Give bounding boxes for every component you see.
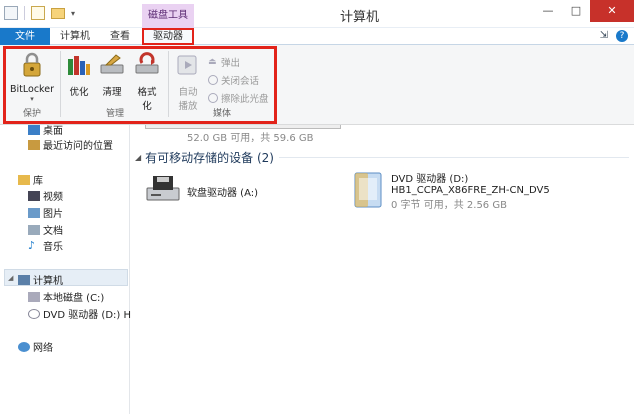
- nav-item-dvd-drive-d[interactable]: DVD 驱动器 (D:) HB: [28, 306, 138, 321]
- pictures-icon: [28, 207, 40, 218]
- music-icon: ♪: [28, 238, 36, 252]
- pin-ribbon-icon[interactable]: ⇲: [600, 30, 608, 42]
- desktop-icon: [28, 124, 40, 135]
- nav-item-local-disk-c[interactable]: 本地磁盘 (C:): [28, 289, 104, 304]
- computer-icon[interactable]: [4, 6, 18, 20]
- nav-item-desktop[interactable]: 桌面: [28, 122, 63, 137]
- new-folder-icon[interactable]: [51, 7, 65, 19]
- computer-icon: [18, 274, 30, 285]
- nav-item-label: 计算机: [33, 276, 63, 287]
- nav-item-label: 图片: [43, 209, 63, 220]
- divider: [279, 157, 629, 158]
- nav-item-label: 最近访问的位置: [43, 141, 113, 152]
- nav-item-videos[interactable]: 视频: [28, 188, 63, 203]
- nav-item-label: 网络: [33, 343, 53, 354]
- divider: [24, 6, 25, 20]
- customize-qat-icon[interactable]: ▾: [71, 9, 75, 18]
- window-controls: — □ ✕: [534, 0, 634, 22]
- nav-item-label: 库: [33, 176, 43, 187]
- device-name: 软盘驱动器 (A:): [187, 188, 259, 199]
- nav-item-pictures[interactable]: 图片: [28, 205, 63, 220]
- hard-disk-icon: [28, 291, 40, 302]
- nav-item-computer[interactable]: 计算机: [18, 272, 63, 287]
- properties-icon[interactable]: [31, 6, 45, 20]
- content-pane: 52.0 GB 可用，共 59.6 GB ◢ 有可移动存储的设备 (2) 软盘驱…: [131, 125, 634, 414]
- nav-item-label: DVD 驱动器 (D:) HB: [43, 310, 138, 321]
- tab-view[interactable]: 查看: [100, 28, 140, 45]
- floppy-drive-icon: [146, 176, 180, 201]
- nav-item-network[interactable]: 网络: [18, 339, 53, 354]
- library-icon: [18, 174, 30, 185]
- chevron-down-icon[interactable]: ◢: [8, 274, 13, 282]
- quick-access-toolbar: ▾: [4, 6, 75, 20]
- navigation-pane: 桌面 最近访问的位置 库 视频 图片 文档 ♪ 音乐 ◢ 计算机 本地磁盘 (C…: [0, 122, 138, 414]
- ribbon-tabs: 文件 计算机 查看 驱动器 ⇲ ?: [0, 28, 634, 45]
- window-title: 计算机: [340, 10, 380, 25]
- minimize-button[interactable]: —: [534, 0, 562, 22]
- nav-item-label: 本地磁盘 (C:): [43, 293, 105, 304]
- device-floppy-a[interactable]: 软盘驱动器 (A:): [145, 174, 258, 204]
- device-dvd-d[interactable]: DVD 驱动器 (D:) HB1_CCPA_X86FRE_ZH-CN_DV5 0…: [351, 170, 550, 211]
- chevron-down-icon: ◢: [135, 153, 142, 162]
- group-title: 有可移动存储的设备 (2): [145, 151, 274, 165]
- help-icon[interactable]: ?: [616, 30, 628, 42]
- nav-item-label: 音乐: [43, 242, 63, 253]
- nav-item-label: 视频: [43, 192, 63, 203]
- nav-item-documents[interactable]: 文档: [28, 222, 63, 237]
- ribbon-right-controls: ⇲ ?: [600, 30, 628, 42]
- ribbon-highlight-box: [3, 46, 277, 124]
- documents-icon: [28, 224, 40, 235]
- device-label: HB1_CCPA_X86FRE_ZH-CN_DV5: [391, 185, 550, 196]
- title-bar: ▾ 磁盘工具 计算机 — □ ✕: [0, 0, 634, 28]
- group-header-removable[interactable]: ◢ 有可移动存储的设备 (2): [135, 149, 274, 166]
- recent-places-icon: [28, 139, 40, 150]
- close-button[interactable]: ✕: [590, 0, 634, 22]
- device-name: DVD 驱动器 (D:): [391, 174, 469, 185]
- nav-item-label: 桌面: [43, 126, 63, 137]
- videos-icon: [28, 190, 40, 201]
- nav-item-music[interactable]: ♪ 音乐: [28, 238, 63, 254]
- device-free-space: 0 字节 可用，共 2.56 GB: [391, 200, 507, 211]
- network-icon: [18, 341, 30, 352]
- dvd-icon: [28, 308, 40, 319]
- tab-file[interactable]: 文件: [0, 28, 50, 45]
- tab-computer[interactable]: 计算机: [52, 28, 98, 45]
- dvd-drive-icon: [354, 172, 382, 208]
- nav-item-recent[interactable]: 最近访问的位置: [28, 137, 113, 152]
- tab-drive[interactable]: 驱动器: [142, 28, 194, 45]
- context-tab-disk-tools: 磁盘工具: [142, 4, 194, 28]
- nav-item-libraries[interactable]: 库: [18, 172, 43, 187]
- nav-item-label: 文档: [43, 226, 63, 237]
- disk-free-space: 52.0 GB 可用，共 59.6 GB: [187, 133, 314, 144]
- maximize-button[interactable]: □: [562, 0, 590, 22]
